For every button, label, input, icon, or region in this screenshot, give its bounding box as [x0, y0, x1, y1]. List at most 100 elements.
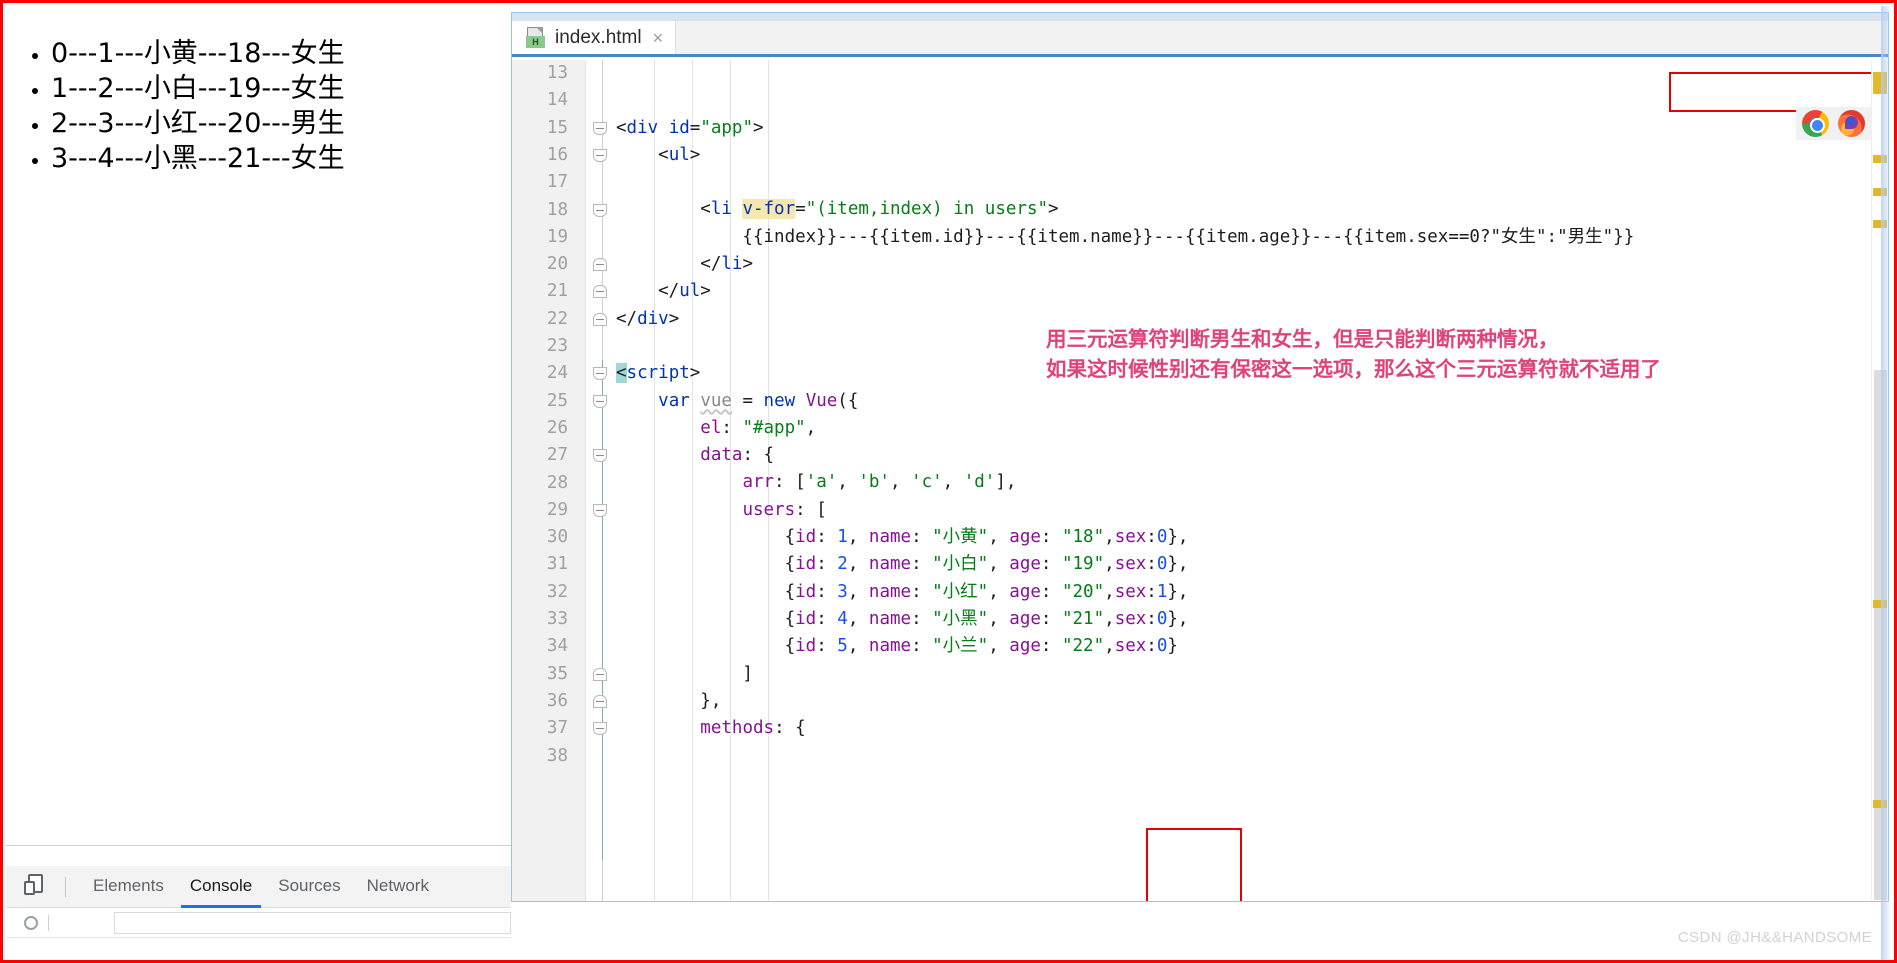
- code-token: :: [1146, 608, 1157, 629]
- code-token: }: [1167, 636, 1178, 657]
- devtools-tab-network[interactable]: Network: [354, 866, 442, 907]
- code-token: ,: [988, 554, 1010, 575]
- code-fold-up-icon[interactable]: [593, 278, 608, 305]
- ide-window: H index.html × 13 14 15 16 17 18 19 20 21 22 23 24 2…: [511, 12, 1889, 902]
- window-right-edge-shadow: [1881, 6, 1891, 960]
- code-token: ]: [616, 663, 753, 684]
- code-line: methods: {: [616, 715, 1888, 742]
- code-token: users: [742, 499, 796, 520]
- code-token: },: [1167, 554, 1189, 575]
- code-editor-area[interactable]: <div id="app"> <ul> <li v-for="(item,ind…: [616, 60, 1888, 901]
- code-token: ,: [847, 636, 869, 657]
- code-token: v-for: [742, 199, 796, 220]
- inspect-element-icon[interactable]: [23, 872, 53, 902]
- line-number: 18: [546, 199, 568, 220]
- code-fold-down-icon[interactable]: [593, 360, 608, 387]
- list-item: 0---1---小黄---18---女生: [51, 36, 511, 71]
- close-icon[interactable]: ×: [653, 29, 664, 47]
- code-token: >: [668, 308, 680, 329]
- code-token: li: [721, 254, 743, 275]
- code-fold-up-icon[interactable]: [593, 661, 608, 688]
- code-token: >: [1048, 199, 1059, 220]
- code-line: </li>: [616, 251, 1888, 278]
- console-context-selector[interactable]: [114, 911, 511, 934]
- line-number: 37: [546, 718, 568, 739]
- line-number: 22: [546, 308, 568, 329]
- file-icon-corner-fold: [536, 27, 543, 34]
- code-fold-down-icon[interactable]: [593, 197, 608, 224]
- code-fold-down-icon[interactable]: [593, 115, 608, 142]
- code-token: ,: [988, 608, 1010, 629]
- code-fold-down-icon[interactable]: [593, 388, 608, 415]
- clear-console-icon[interactable]: [24, 915, 38, 930]
- line-number: 31: [546, 554, 568, 575]
- code-token: </: [616, 308, 638, 329]
- code-token: {: [616, 636, 796, 657]
- code-fold-down-icon[interactable]: [593, 497, 608, 524]
- code-token: :: [816, 608, 838, 629]
- editor-tabbar: H index.html ×: [512, 21, 1888, 57]
- code-token: ,: [847, 581, 869, 602]
- inspect-icon-rect-front: [24, 880, 35, 895]
- code-token: "小红": [932, 581, 989, 602]
- code-token: script: [626, 363, 690, 384]
- code-token: :: [1040, 554, 1062, 575]
- code-token: >: [689, 363, 701, 384]
- list-item: 3---4---小黑---21---女生: [51, 141, 511, 176]
- code-fold-up-icon[interactable]: [593, 688, 608, 715]
- code-token: 3: [837, 581, 848, 602]
- code-token: :: [1146, 581, 1157, 602]
- devtools-tabbar: Elements Console Sources Network: [6, 866, 511, 908]
- line-number: 26: [546, 417, 568, 438]
- line-number: 13: [546, 63, 568, 83]
- file-icon-html-badge: H: [526, 36, 545, 48]
- code-token: :: [721, 417, 743, 438]
- code-token: sex: [1114, 636, 1147, 657]
- line-number: 30: [546, 527, 568, 548]
- code-token: id: [668, 117, 690, 138]
- devtools-tab-sources[interactable]: Sources: [265, 866, 353, 907]
- code-fold-down-icon[interactable]: [593, 715, 608, 742]
- code-token: var: [658, 390, 690, 411]
- line-number: 20: [546, 254, 568, 275]
- code-line: data: {: [616, 442, 1888, 469]
- code-token: :: [816, 554, 838, 575]
- devtools-tab-elements[interactable]: Elements: [80, 866, 177, 907]
- line-number: 29: [546, 499, 568, 520]
- code-token: {{index}}---{{item.id}}---{{item.name}}-…: [616, 226, 1635, 247]
- editor-tab-index-html[interactable]: H index.html ×: [512, 21, 677, 54]
- chrome-icon[interactable]: [1802, 110, 1829, 137]
- line-number: 32: [546, 581, 568, 602]
- code-token: age: [1009, 527, 1041, 548]
- code-token: :: [911, 581, 933, 602]
- code-fold-up-icon[interactable]: [593, 306, 608, 333]
- line-number: 27: [546, 445, 568, 466]
- code-fold-up-icon[interactable]: [593, 251, 608, 278]
- firefox-icon[interactable]: [1838, 110, 1865, 137]
- list-item: 2---3---小红---20---男生: [51, 106, 511, 141]
- code-token: =: [731, 390, 764, 411]
- code-token: ,: [988, 527, 1010, 548]
- code-token: >: [753, 117, 764, 138]
- code-token: 4: [837, 608, 848, 629]
- code-token: : {: [774, 718, 806, 739]
- code-token: :: [816, 581, 838, 602]
- code-token: ,: [847, 608, 869, 629]
- devtools-tab-console[interactable]: Console: [177, 866, 265, 908]
- code-token: ,: [988, 636, 1010, 657]
- line-number: 36: [546, 690, 568, 711]
- code-token: sex: [1114, 608, 1147, 629]
- code-token: vue: [700, 390, 732, 411]
- code-token: ,: [1104, 527, 1115, 548]
- code-token: =: [795, 199, 806, 220]
- code-line: {id: 4, name: "小黑", age: "21",sex:0},: [616, 606, 1888, 633]
- code-fold-down-icon[interactable]: [593, 442, 608, 469]
- line-number: 24: [546, 363, 568, 384]
- code-fold-down-icon[interactable]: [593, 142, 608, 169]
